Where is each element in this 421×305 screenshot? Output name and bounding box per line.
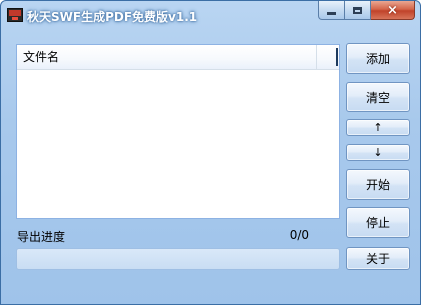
add-button[interactable]: 添加	[346, 43, 410, 74]
main-window: 秋天SWF生成PDF免费版v1.1 × 文件名 添加 清空 ↑ ↓ 开始 停止 …	[0, 0, 421, 305]
window-controls: ×	[318, 1, 415, 21]
move-up-button[interactable]: ↑	[346, 119, 410, 136]
file-list[interactable]: 文件名	[16, 44, 340, 219]
start-button[interactable]: 开始	[346, 169, 410, 200]
stop-button[interactable]: 停止	[346, 207, 410, 238]
minimize-icon	[327, 11, 336, 15]
close-icon: ×	[387, 2, 398, 18]
close-button[interactable]: ×	[371, 1, 415, 20]
maximize-icon	[353, 6, 362, 14]
progress-count: 0/0	[289, 228, 309, 242]
maximize-button[interactable]	[345, 1, 371, 20]
column-resize-handle[interactable]	[336, 48, 338, 66]
title-bar[interactable]: 秋天SWF生成PDF免费版v1.1 ×	[1, 1, 420, 31]
about-button[interactable]: 关于	[346, 247, 410, 270]
column-header-filename[interactable]: 文件名	[17, 45, 317, 69]
progress-label: 导出进度	[17, 230, 66, 244]
file-list-header: 文件名	[17, 45, 339, 70]
column-header-spacer	[317, 45, 339, 69]
pdf-app-icon[interactable]	[7, 8, 23, 22]
minimize-button[interactable]	[318, 1, 345, 20]
file-list-body[interactable]	[17, 70, 339, 218]
window-title: 秋天SWF生成PDF免费版v1.1	[27, 10, 198, 24]
move-down-button[interactable]: ↓	[346, 144, 410, 161]
clear-button[interactable]: 清空	[346, 82, 410, 112]
export-progress-bar	[16, 248, 340, 270]
